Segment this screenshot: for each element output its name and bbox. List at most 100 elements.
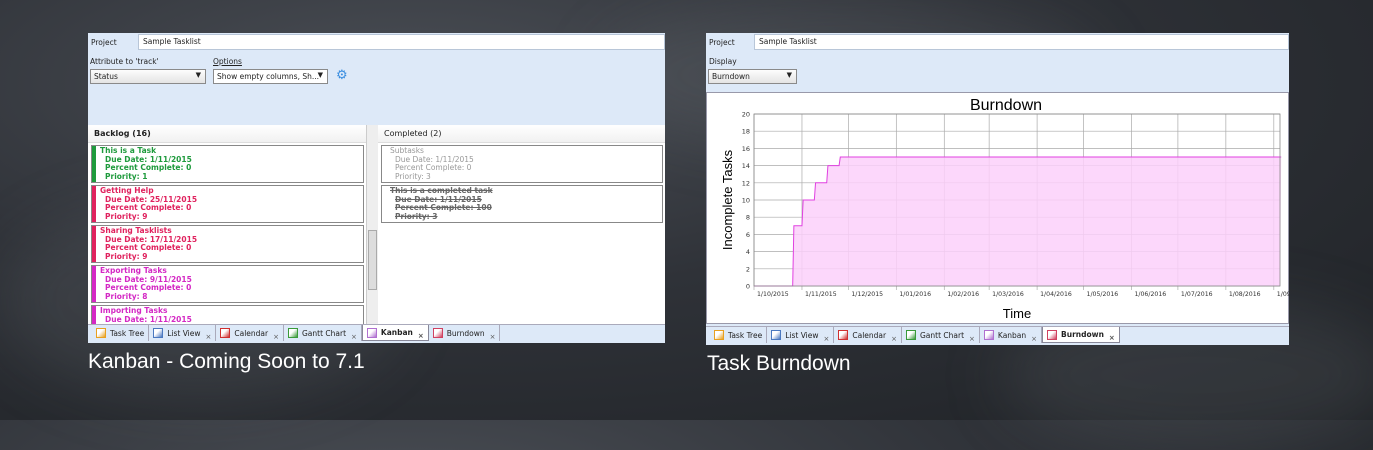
tab-label: List View: [167, 328, 201, 338]
chart-title: Burndown: [970, 97, 1042, 114]
chevron-down-icon: ▼: [317, 71, 323, 79]
tab-calendar[interactable]: Calendar ×: [216, 325, 284, 341]
tab-label: Burndown: [1061, 330, 1104, 339]
gantt-chart-icon: [905, 330, 916, 340]
close-icon[interactable]: ×: [969, 335, 975, 343]
caption-kanban: Kanban - Coming Soon to 7.1: [88, 350, 365, 373]
close-icon[interactable]: ×: [273, 333, 279, 341]
card-prio: Priority: 9: [105, 211, 148, 221]
x-tick-label: 1/09/2016: [1277, 291, 1289, 298]
close-icon[interactable]: ×: [1109, 334, 1115, 342]
burndown-icon: [1047, 329, 1058, 340]
y-tick-label: 18: [742, 128, 750, 136]
x-tick-label: 1/07/2016: [1181, 291, 1213, 298]
kanban-screenshot: Project Sample Tasklist Attribute to 'tr…: [88, 33, 665, 343]
x-tick-label: 1/10/2015: [757, 291, 789, 298]
y-tick-label: 12: [742, 179, 750, 187]
gear-icon[interactable]: ⚙: [336, 68, 348, 83]
options-dropdown[interactable]: Show empty columns, Sh... ▼: [213, 69, 328, 84]
completed-column: Completed (2) Subtasks Due Date: 1/11/201…: [378, 125, 665, 324]
tab-kanban[interactable]: Kanban ×: [980, 327, 1043, 343]
kanban-icon: [366, 327, 377, 338]
tab-gantt-chart[interactable]: Gantt Chart ×: [284, 325, 362, 341]
tab-label: Gantt Chart: [919, 330, 965, 340]
view-tabs: Task Tree List View × Calendar × Gantt Chart ×…: [706, 326, 1289, 345]
options-label: Options: [213, 57, 242, 66]
view-tabs: Task Tree List View × Calendar × Gantt Chart ×…: [88, 324, 665, 343]
tab-gantt-chart[interactable]: Gantt Chart ×: [902, 327, 980, 343]
y-axis-label: Incomplete Tasks: [720, 149, 735, 250]
calendar-icon: [838, 330, 849, 340]
kanban-card[interactable]: Getting Help Due Date: 25/11/2015 Percent …: [91, 185, 364, 223]
burndown-icon: [432, 328, 443, 338]
chevron-down-icon: ▼: [195, 71, 201, 79]
kanban-card[interactable]: Exporting Tasks Due Date: 9/11/2015 Percen…: [91, 265, 364, 303]
display-value: Burndown: [712, 72, 750, 81]
y-tick-label: 10: [742, 197, 750, 205]
y-tick-label: 6: [746, 231, 750, 239]
kanban-card[interactable]: This is a Task Due Date: 1/11/2015 Percent…: [91, 145, 364, 183]
close-icon[interactable]: ×: [891, 335, 897, 343]
burndown-chart: Burndown Incomplete Tasks Time 0 2 4 6 8 10 12 14 1…: [720, 97, 1289, 321]
tab-kanban[interactable]: Kanban ×: [361, 325, 429, 341]
display-dropdown[interactable]: Burndown ▼: [708, 69, 797, 84]
backlog-column: Backlog (16) This is a Task Due Date: 1/1…: [88, 125, 366, 343]
tab-label: Kanban: [997, 330, 1027, 340]
tab-list-view[interactable]: List View ×: [767, 327, 835, 343]
kanban-card[interactable]: Sharing Tasklists Due Date: 17/11/2015 Per…: [91, 225, 364, 263]
close-icon[interactable]: ×: [1031, 335, 1037, 343]
caption-burndown: Task Burndown: [707, 352, 851, 375]
tab-label: Gantt Chart: [301, 328, 347, 338]
y-tick-label: 20: [742, 111, 750, 119]
project-field[interactable]: Sample Tasklist: [754, 34, 1289, 50]
project-label: Project: [709, 38, 735, 47]
card-color-bar: [92, 146, 96, 182]
tab-task-tree[interactable]: Task Tree: [92, 325, 150, 341]
tab-burndown[interactable]: Burndown ×: [1042, 327, 1120, 343]
kanban-icon: [983, 330, 994, 340]
burndown-screenshot: Project Sample Tasklist Display Burndown…: [706, 33, 1289, 345]
tab-label: Kanban: [380, 328, 413, 337]
close-icon[interactable]: ×: [351, 333, 357, 341]
task-tree-icon: [714, 330, 724, 340]
x-tick-label: 1/02/2016: [947, 291, 979, 298]
close-icon[interactable]: ×: [490, 333, 496, 341]
completed-header: Completed (2): [378, 125, 665, 143]
backlog-scrollbar[interactable]: [366, 125, 378, 324]
x-axis-label: Time: [1003, 306, 1031, 321]
chevron-down-icon: ▼: [786, 71, 792, 79]
series-area: [754, 157, 1282, 286]
close-icon[interactable]: ×: [418, 332, 424, 340]
project-label: Project: [91, 38, 117, 47]
y-tick-label: 14: [742, 162, 750, 170]
chart-area: Burndown Incomplete Tasks Time 0 2 4 6 8 10 12 14 1…: [706, 92, 1289, 324]
tab-label: Task Tree: [728, 330, 763, 340]
close-icon[interactable]: ×: [206, 333, 212, 341]
options-value: Show empty columns, Sh...: [217, 72, 320, 81]
card-prio: Priority: 3: [395, 171, 431, 181]
y-tick-label: 4: [746, 248, 750, 256]
tab-burndown[interactable]: Burndown ×: [429, 325, 501, 341]
close-icon[interactable]: ×: [824, 335, 830, 343]
attribute-dropdown[interactable]: Status ▼: [90, 69, 206, 84]
y-tick-label: 16: [742, 145, 750, 153]
x-tick-label: 1/08/2016: [1229, 291, 1261, 298]
y-tick-label: 8: [746, 214, 750, 222]
tab-calendar[interactable]: Calendar ×: [834, 327, 902, 343]
kanban-card[interactable]: This is a completed task Due Date: 1/11/2…: [381, 185, 663, 223]
tab-label: Task Tree: [110, 328, 145, 338]
x-tick-label: 1/06/2016: [1134, 291, 1166, 298]
card-color-bar: [92, 226, 96, 262]
y-tick-label: 2: [746, 265, 750, 273]
tab-list-view[interactable]: List View ×: [149, 325, 217, 341]
x-tick-label: 1/03/2016: [992, 291, 1024, 298]
tab-task-tree[interactable]: Task Tree: [710, 327, 768, 343]
kanban-card[interactable]: Subtasks Due Date: 1/11/2015 Percent Compl…: [381, 145, 663, 183]
project-field[interactable]: Sample Tasklist: [138, 34, 665, 50]
task-tree-icon: [96, 328, 106, 338]
x-tick-label: 1/11/2015: [805, 291, 837, 298]
x-tick-label: 1/05/2016: [1087, 291, 1119, 298]
attribute-value: Status: [94, 72, 118, 81]
card-color-bar: [92, 186, 96, 222]
calendar-icon: [220, 328, 231, 338]
